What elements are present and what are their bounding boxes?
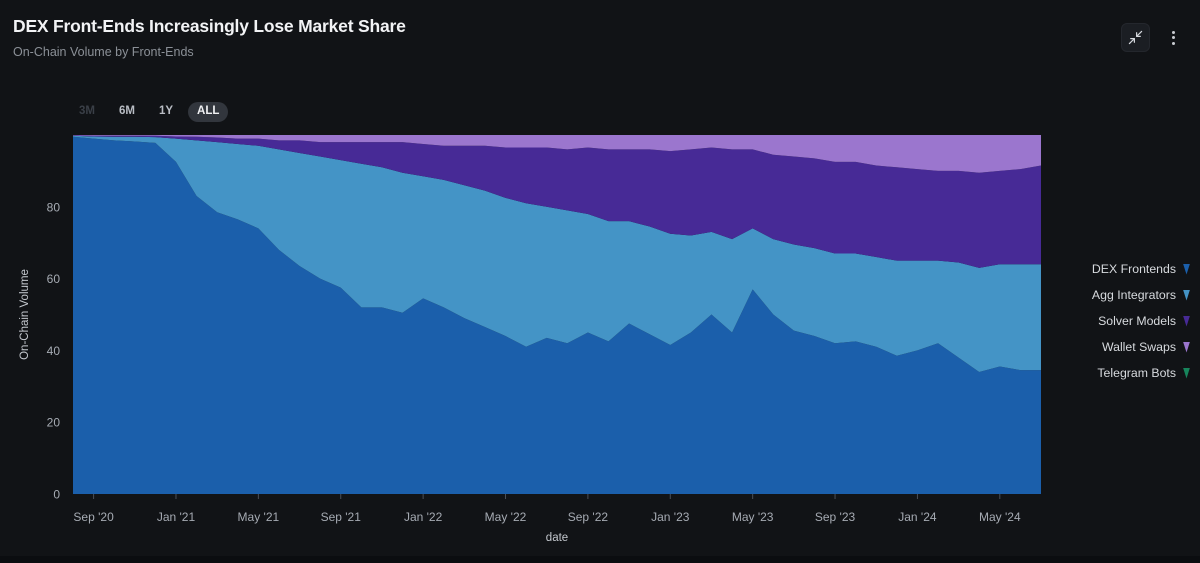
legend-swatch-icon bbox=[1183, 316, 1190, 327]
x-tick-label: Jan '21 bbox=[157, 510, 196, 524]
x-tick-label: Jan '24 bbox=[898, 510, 937, 524]
area-series bbox=[73, 135, 1041, 173]
watermark-text: DELPHI DIGITAL bbox=[505, 292, 719, 319]
more-vertical-icon bbox=[1172, 31, 1175, 45]
widget-header: DEX Front-Ends Increasingly Lose Market … bbox=[0, 0, 1200, 78]
legend-swatch-icon bbox=[1183, 368, 1190, 379]
x-tick-label: May '21 bbox=[238, 510, 280, 524]
x-tick-label: Sep '20 bbox=[73, 510, 114, 524]
y-tick-label: 60 bbox=[47, 272, 61, 286]
y-tick-label: 0 bbox=[53, 488, 60, 502]
area-series bbox=[73, 137, 1041, 494]
y-axis-title: On-Chain Volume bbox=[19, 269, 31, 360]
x-axis: Sep '20 Jan '21 May '21 Sep '21 Jan '22 May '… bbox=[73, 494, 1021, 524]
more-menu-button[interactable] bbox=[1159, 23, 1188, 52]
legend-swatch-icon bbox=[1183, 342, 1190, 353]
x-tick-label: May '22 bbox=[485, 510, 527, 524]
legend-label: DEX Frontends bbox=[1092, 262, 1176, 276]
x-tick-label: Sep '22 bbox=[568, 510, 609, 524]
chart-canvas: 0 20 40 60 80 Sep '20 Jan '21 May '21 Sep '21 Ja… bbox=[0, 0, 1200, 563]
x-tick-label: Jan '23 bbox=[651, 510, 690, 524]
page-subtitle: On-Chain Volume by Front-Ends bbox=[13, 45, 194, 59]
range-button-6m[interactable]: 6M bbox=[110, 102, 144, 122]
legend-label: Agg Integrators bbox=[1092, 288, 1176, 302]
legend-item-solver-models[interactable]: Solver Models bbox=[1055, 314, 1190, 328]
header-controls bbox=[1121, 23, 1188, 52]
legend-item-dex-frontends[interactable]: DEX Frontends bbox=[1055, 262, 1190, 276]
area-series bbox=[73, 135, 1041, 267]
legend-item-telegram-bots[interactable]: Telegram Bots bbox=[1055, 366, 1190, 380]
area-series bbox=[73, 136, 1041, 372]
x-tick-label: Sep '21 bbox=[321, 510, 362, 524]
time-range-selector: 3M 6M 1Y ALL bbox=[70, 102, 228, 122]
x-tick-label: Jan '22 bbox=[404, 510, 443, 524]
x-axis-title: date bbox=[546, 532, 568, 544]
y-tick-label: 80 bbox=[47, 200, 61, 214]
x-tick-label: Sep '23 bbox=[815, 510, 856, 524]
collapse-button[interactable] bbox=[1121, 23, 1150, 52]
chart-widget: DEX Front-Ends Increasingly Lose Market … bbox=[0, 0, 1200, 563]
legend-label: Telegram Bots bbox=[1097, 366, 1176, 380]
chart-legend: DEX Frontends Agg Integrators Solver Mod… bbox=[1055, 262, 1190, 380]
y-axis: 0 20 40 60 80 bbox=[47, 200, 61, 501]
collapse-arrows-icon bbox=[1128, 30, 1143, 45]
chart-areas bbox=[73, 135, 1041, 494]
page-title: DEX Front-Ends Increasingly Lose Market … bbox=[13, 16, 406, 37]
y-tick-label: 40 bbox=[47, 344, 61, 358]
legend-label: Solver Models bbox=[1098, 314, 1176, 328]
legend-swatch-icon bbox=[1183, 264, 1190, 275]
y-tick-label: 20 bbox=[47, 416, 61, 430]
x-tick-label: May '24 bbox=[979, 510, 1021, 524]
delphi-logo-icon bbox=[462, 288, 496, 322]
stacked-area-chart: 0 20 40 60 80 Sep '20 Jan '21 May '21 Sep '21 Ja… bbox=[0, 0, 1200, 563]
legend-label: Wallet Swaps bbox=[1102, 340, 1176, 354]
range-button-3m[interactable]: 3M bbox=[70, 102, 104, 122]
legend-item-wallet-swaps[interactable]: Wallet Swaps bbox=[1055, 340, 1190, 354]
x-tick-label: May '23 bbox=[732, 510, 774, 524]
range-button-1y[interactable]: 1Y bbox=[150, 102, 182, 122]
legend-swatch-icon bbox=[1183, 290, 1190, 301]
footer-bar bbox=[0, 556, 1200, 563]
legend-item-agg-integrators[interactable]: Agg Integrators bbox=[1055, 288, 1190, 302]
range-button-all[interactable]: ALL bbox=[188, 102, 228, 122]
watermark: DELPHI DIGITAL bbox=[462, 288, 719, 322]
